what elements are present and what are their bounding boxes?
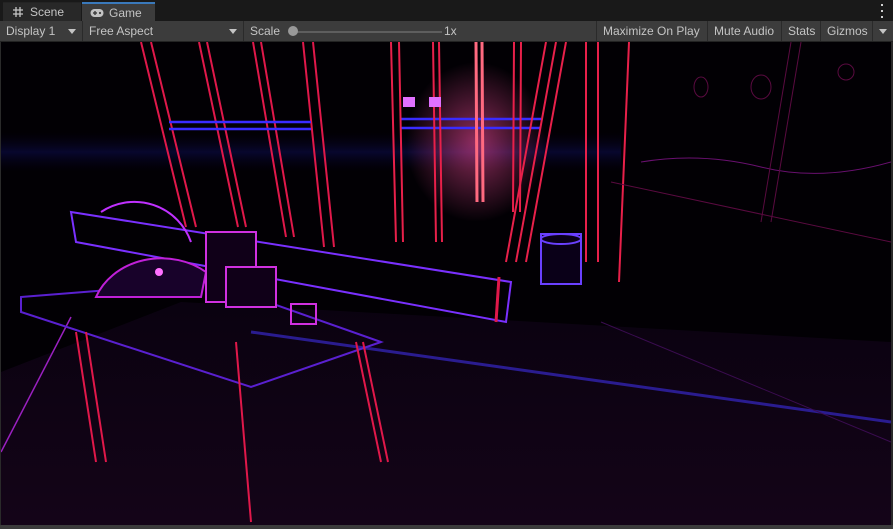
- aspect-value: Free Aspect: [89, 24, 154, 38]
- grid-hash-icon: [11, 6, 25, 18]
- display-dropdown[interactable]: Display 1: [0, 21, 83, 41]
- stats-label: Stats: [788, 24, 816, 38]
- game-toolbar: Display 1 Free Aspect Scale 1x Maximize …: [0, 21, 893, 42]
- tab-scene-label: Scene: [30, 5, 65, 19]
- tab-game-label: Game: [109, 5, 142, 20]
- scale-label: Scale: [250, 24, 281, 38]
- dropdown-arrow-icon: [68, 29, 76, 34]
- scale-slider-track[interactable]: [292, 31, 442, 33]
- bowl-highlight: [155, 268, 163, 276]
- gizmos-toggle[interactable]: Gizmos: [821, 21, 873, 41]
- tab-scene[interactable]: Scene: [3, 2, 81, 21]
- mute-audio-toggle[interactable]: Mute Audio: [708, 21, 782, 41]
- bowl: [94, 257, 208, 298]
- scale-slider-handle[interactable]: [288, 26, 298, 36]
- maximize-on-play-toggle[interactable]: Maximize On Play: [597, 21, 708, 41]
- kebab-menu-icon[interactable]: [879, 4, 885, 18]
- floor: [1, 302, 891, 525]
- tab-game[interactable]: Game: [82, 2, 155, 21]
- mute-audio-label: Mute Audio: [714, 24, 775, 38]
- canister: [540, 233, 582, 285]
- dropdown-arrow-icon: [879, 29, 887, 34]
- stats-toggle[interactable]: Stats: [782, 21, 821, 41]
- dropdown-arrow-icon: [229, 29, 237, 34]
- viewport-border-bottom: [0, 525, 893, 529]
- scale-value: 1x: [444, 24, 457, 38]
- tab-bar: Scene Game: [0, 0, 893, 21]
- maximize-on-play-label: Maximize On Play: [603, 24, 700, 38]
- gizmos-label: Gizmos: [827, 24, 868, 38]
- aspect-dropdown[interactable]: Free Aspect: [83, 21, 244, 41]
- right-wall-edges: [610, 42, 891, 243]
- display-value: Display 1: [6, 24, 56, 38]
- gamepad-icon: [90, 7, 104, 19]
- game-viewport[interactable]: [1, 42, 891, 525]
- gizmos-menu-button[interactable]: [873, 21, 893, 41]
- scale-control: Scale 1x: [244, 21, 597, 41]
- game-render: [1, 42, 891, 525]
